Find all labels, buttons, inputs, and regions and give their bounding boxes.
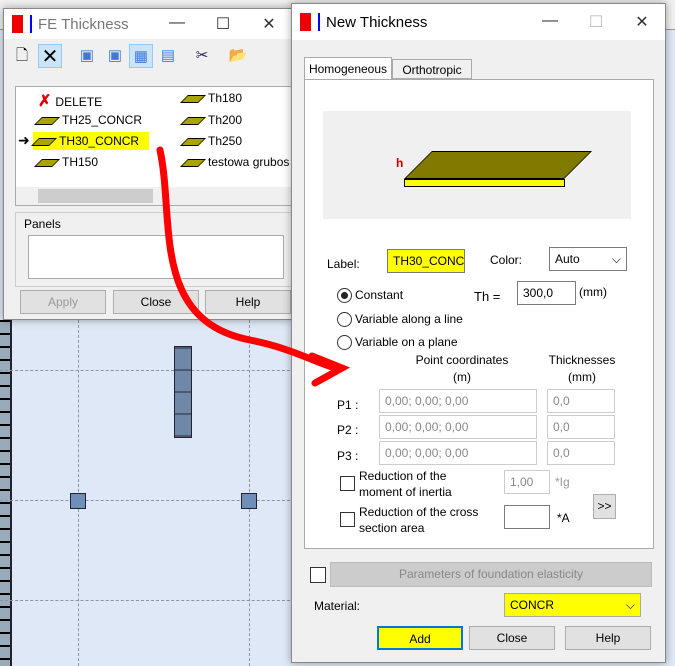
material-select[interactable]: CONCR ⌵ [504, 593, 641, 617]
new-thickness-dialog: New Thickness — ☐ ✕ Homogeneous Orthotropi… [291, 3, 666, 663]
node[interactable] [70, 493, 86, 509]
slab-icon [180, 94, 206, 103]
current-arrow-icon: ➜ [18, 132, 30, 148]
close-icon[interactable]: ✕ [246, 14, 292, 34]
close-button[interactable]: Close [113, 290, 199, 314]
slab-icon [180, 137, 206, 146]
label-input[interactable]: TH30_CONC [387, 249, 465, 273]
p2-coords-input[interactable]: 0,00; 0,00; 0,00 [379, 415, 537, 439]
inertia-factor-input[interactable]: 1,00 [504, 470, 550, 494]
horizontal-scrollbar[interactable] [16, 187, 292, 205]
title-bar: New Thickness — ☐ ✕ [292, 4, 665, 40]
thicknesses-header: Thicknesses (mm) [548, 353, 616, 384]
p3-thickness-input[interactable]: 0,0 [547, 441, 615, 465]
p1-coords-input[interactable]: 0,00; 0,00; 0,00 [379, 389, 537, 413]
point-coords-header: Point coordinates (m) [415, 353, 509, 384]
slab-icon [180, 116, 206, 125]
p2-thickness-input[interactable]: 0,0 [547, 415, 615, 439]
list-item[interactable]: TH150 [34, 155, 98, 169]
help-button[interactable]: Help [565, 626, 651, 650]
th-label: Th = [474, 289, 501, 304]
ruler [0, 320, 12, 666]
foundation-button[interactable]: Parameters of foundation elasticity [330, 562, 652, 587]
slab-top [404, 151, 592, 179]
color-label: Color: [490, 253, 523, 267]
chevron-down-icon: ⌵ [625, 598, 635, 612]
slab-icon [180, 158, 206, 167]
chevron-down-icon: ⌵ [611, 252, 621, 266]
list-item[interactable]: Th250 [180, 134, 242, 148]
slab-edge [404, 179, 565, 187]
apply-button[interactable]: Apply [20, 290, 106, 314]
delete-x-icon: ✗ [38, 93, 52, 110]
label-label: Label: [327, 257, 360, 271]
panels-label: Panels [24, 217, 61, 231]
reduce-area-label: Reduction of the cross section area [359, 505, 479, 535]
a-unit: *A [557, 511, 570, 525]
tab-homogeneous[interactable]: Homogeneous [304, 57, 392, 79]
app-icon [12, 15, 32, 33]
material-label: Material: [314, 599, 361, 613]
view1-icon[interactable]: ▣ [75, 44, 99, 68]
reduce-area-checkbox[interactable] [340, 512, 355, 527]
constant-radio[interactable]: Constant [337, 288, 403, 304]
dialog-title: New Thickness [326, 13, 428, 31]
scroll-thumb[interactable] [38, 189, 153, 203]
app-icon [300, 13, 320, 31]
p1-thickness-input[interactable]: 0,0 [547, 389, 615, 413]
title-bar: FE Thickness — ☐ ✕ [4, 9, 292, 39]
add-button[interactable]: Add [377, 626, 463, 650]
th-unit: (mm) [579, 285, 607, 299]
p1-label: P1 : [337, 398, 359, 412]
dialog-title: FE Thickness [38, 15, 129, 33]
cut-icon[interactable]: ✂ [190, 44, 214, 68]
grid-line [0, 370, 300, 371]
tab-orthotropic[interactable]: Orthotropic [392, 59, 472, 79]
open-icon[interactable]: 📂 [226, 44, 250, 68]
more-button[interactable]: >> [593, 494, 616, 519]
delete-icon[interactable]: ✕ [38, 44, 62, 68]
thickness-preview: h [323, 111, 631, 219]
help-button[interactable]: Help [205, 290, 291, 314]
maximize-button[interactable]: ☐ [200, 14, 246, 34]
list-item[interactable]: testowa grubos [180, 155, 289, 169]
minimize-button[interactable]: — [154, 14, 200, 34]
list-item[interactable]: Th200 [180, 113, 242, 127]
list-item-selected[interactable]: ➜ TH30_CONCR [18, 132, 150, 150]
panels-group: Panels [15, 212, 293, 287]
ig-unit: *Ig [555, 475, 570, 489]
view3-icon[interactable]: ▦ [129, 44, 153, 68]
slab-icon [34, 116, 60, 125]
list-item[interactable]: ✗ DELETE [38, 91, 102, 111]
reduce-inertia-checkbox[interactable] [340, 476, 355, 491]
p3-coords-input[interactable]: 0,00; 0,00; 0,00 [379, 441, 537, 465]
column-element[interactable] [174, 346, 192, 438]
thickness-list[interactable]: ✗ DELETE TH25_CONCR ➜ TH30_CONCR TH150 Th… [15, 86, 293, 206]
p2-label: P2 : [337, 423, 359, 437]
maximize-button[interactable]: ☐ [573, 12, 619, 32]
close-button[interactable]: Close [469, 626, 555, 650]
slab-icon [31, 137, 58, 146]
th-input[interactable]: 300,0 [517, 281, 576, 305]
reduce-inertia-label: Reduction of the moment of inertia [359, 469, 452, 499]
view4-icon[interactable]: ▤ [156, 44, 180, 68]
p3-label: P3 : [337, 449, 359, 463]
color-select[interactable]: Auto ⌵ [549, 247, 627, 271]
area-factor-input[interactable] [504, 505, 550, 529]
close-icon[interactable]: ✕ [619, 12, 665, 32]
node[interactable] [241, 493, 257, 509]
grid-line [0, 600, 300, 601]
slab-icon [34, 158, 60, 167]
minimize-button[interactable]: — [527, 12, 573, 32]
variable-line-radio[interactable]: Variable along a line [337, 312, 463, 328]
new-icon[interactable]: 🗋 [10, 44, 34, 68]
list-item[interactable]: TH25_CONCR [34, 113, 142, 127]
panels-input[interactable] [28, 235, 284, 279]
view2-icon[interactable]: ▣ [103, 44, 127, 68]
variable-plane-radio[interactable]: Variable on a plane [337, 335, 458, 351]
foundation-checkbox[interactable] [310, 567, 326, 583]
list-item[interactable]: Th180 [180, 91, 242, 105]
h-label: h [396, 156, 404, 170]
